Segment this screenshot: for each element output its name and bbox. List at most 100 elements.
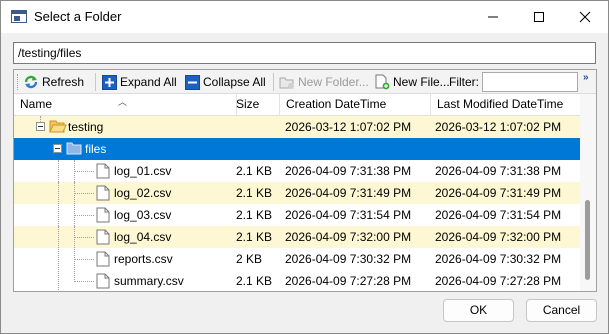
sort-ascending-icon: ︿ <box>118 97 128 107</box>
new-folder-label: New Folder... <box>298 75 369 89</box>
tree-row[interactable]: log_03.csv 2.1 KB 2026-04-09 7:31:54 PM … <box>14 204 580 226</box>
toolbar-grip[interactable] <box>17 74 20 90</box>
vertical-scrollbar[interactable] <box>580 94 596 291</box>
toolbar-separator <box>95 73 96 91</box>
row-name: log_01.csv <box>114 164 172 178</box>
column-header-modified[interactable]: Last Modified DateTime <box>431 94 580 116</box>
tree-row[interactable]: log_02.csv 2.1 KB 2026-04-09 7:31:49 PM … <box>14 182 580 204</box>
row-modified: 2026-03-12 1:07:02 PM <box>435 120 562 134</box>
row-name: log_04.csv <box>114 230 172 244</box>
file-icon <box>96 251 110 267</box>
tree-connector <box>58 182 59 204</box>
column-header-name-label: Name <box>20 97 53 111</box>
minimize-button[interactable] <box>470 1 516 33</box>
app-window-icon <box>11 10 27 23</box>
column-header-name[interactable]: Name ︿ <box>14 94 237 116</box>
title-bar[interactable]: Select a Folder <box>1 1 608 33</box>
window-title: Select a Folder <box>34 9 122 24</box>
row-created: 2026-04-09 7:32:00 PM <box>285 230 412 244</box>
new-folder-button[interactable]: New Folder... <box>279 73 369 91</box>
refresh-button[interactable]: Refresh <box>23 73 84 91</box>
row-size: 2.1 KB <box>236 230 273 244</box>
tree-row[interactable]: reports.csv 2 KB 2026-04-09 7:30:32 PM 2… <box>14 248 580 270</box>
row-modified: 2026-04-09 7:31:54 PM <box>435 208 562 222</box>
file-icon <box>96 163 110 179</box>
row-size: 2.1 KB <box>236 186 273 200</box>
row-size: 2.1 KB <box>236 274 273 288</box>
expand-all-icon <box>102 74 117 90</box>
toolbar-overflow-button[interactable]: » <box>583 72 589 83</box>
tree-row[interactable]: log_04.csv 2.1 KB 2026-04-09 7:32:00 PM … <box>14 226 580 248</box>
new-file-label: New File... <box>393 75 450 89</box>
row-modified: 2026-04-09 7:31:49 PM <box>435 186 562 200</box>
column-header-size[interactable]: Size <box>230 94 280 116</box>
minimize-icon <box>488 16 498 18</box>
expand-all-label: Expand All <box>120 75 177 89</box>
column-header-created-label: Creation DateTime <box>286 97 387 111</box>
maximize-icon <box>534 12 544 22</box>
refresh-label: Refresh <box>42 75 85 89</box>
toolbar: Refresh Expand All Collapse All New Fold… <box>14 70 596 94</box>
row-name: files <box>85 142 107 156</box>
row-created: 2026-04-09 7:31:38 PM <box>285 164 412 178</box>
folder-browser-panel: Refresh Expand All Collapse All New Fold… <box>13 69 597 292</box>
cancel-button[interactable]: Cancel <box>526 299 597 322</box>
row-created: 2026-04-09 7:30:32 PM <box>285 252 412 266</box>
path-input[interactable]: /testing/files <box>13 42 596 64</box>
new-file-button[interactable]: New File... <box>374 73 450 91</box>
row-size: 2.1 KB <box>236 208 273 222</box>
row-created: 2026-04-09 7:31:54 PM <box>285 208 412 222</box>
column-header-size-label: Size <box>236 97 260 111</box>
new-file-icon <box>375 74 390 90</box>
toolbar-separator <box>273 73 274 91</box>
row-name: testing <box>68 120 104 134</box>
row-size: 2.1 KB <box>236 164 273 178</box>
row-name: summary.csv <box>114 274 184 288</box>
row-size: 2 KB <box>236 252 263 266</box>
tree-row-selected[interactable]: files <box>14 138 580 160</box>
collapse-all-icon <box>185 74 200 90</box>
close-icon <box>579 11 591 23</box>
folder-dialog: Select a Folder /testing/files Refresh E… <box>0 0 609 334</box>
row-created: 2026-03-12 1:07:02 PM <box>285 120 412 134</box>
column-header-row: Name ︿ Size Creation DateTime Last Modif… <box>14 94 580 116</box>
tree-connector <box>58 226 59 248</box>
row-name: reports.csv <box>114 252 173 266</box>
row-created: 2026-04-09 7:27:28 PM <box>285 274 412 288</box>
tree-connector <box>74 193 94 194</box>
row-created: 2026-04-09 7:31:49 PM <box>285 186 412 200</box>
collapse-all-button[interactable]: Collapse All <box>185 73 266 91</box>
folder-icon <box>66 142 82 155</box>
file-icon <box>96 273 110 289</box>
file-tree: testing 2026-03-12 1:07:02 PM 2026-03-12… <box>14 116 580 291</box>
ok-button[interactable]: OK <box>443 299 514 322</box>
tree-row[interactable]: summary.csv 2.1 KB 2026-04-09 7:27:28 PM… <box>14 270 580 291</box>
file-icon <box>96 229 110 245</box>
row-name: log_02.csv <box>114 186 172 200</box>
maximize-button[interactable] <box>516 1 562 33</box>
tree-row[interactable]: log_01.csv 2.1 KB 2026-04-09 7:31:38 PM … <box>14 160 580 182</box>
collapse-all-label: Collapse All <box>203 75 266 89</box>
tree-row[interactable]: testing 2026-03-12 1:07:02 PM 2026-03-12… <box>14 116 580 138</box>
row-modified: 2026-04-09 7:32:00 PM <box>435 230 562 244</box>
refresh-icon <box>24 75 38 89</box>
scrollbar-thumb[interactable] <box>585 200 590 280</box>
column-header-created[interactable]: Creation DateTime <box>280 94 431 116</box>
tree-connector <box>74 281 94 282</box>
tree-connector <box>74 171 94 172</box>
file-icon <box>96 207 110 223</box>
close-button[interactable] <box>562 1 608 33</box>
expand-all-button[interactable]: Expand All <box>102 73 177 91</box>
open-folder-icon <box>49 120 67 133</box>
filter-input[interactable] <box>482 72 578 92</box>
column-header-modified-label: Last Modified DateTime <box>437 97 564 111</box>
collapse-toggle-icon[interactable] <box>53 144 62 153</box>
tree-connector <box>74 237 94 238</box>
file-icon <box>96 185 110 201</box>
collapse-toggle-icon[interactable] <box>36 122 45 131</box>
tree-connector <box>74 259 94 260</box>
row-modified: 2026-04-09 7:30:32 PM <box>435 252 562 266</box>
row-modified: 2026-04-09 7:27:28 PM <box>435 274 562 288</box>
filter-label: Filter: <box>449 75 479 89</box>
row-name: log_03.csv <box>114 208 172 222</box>
